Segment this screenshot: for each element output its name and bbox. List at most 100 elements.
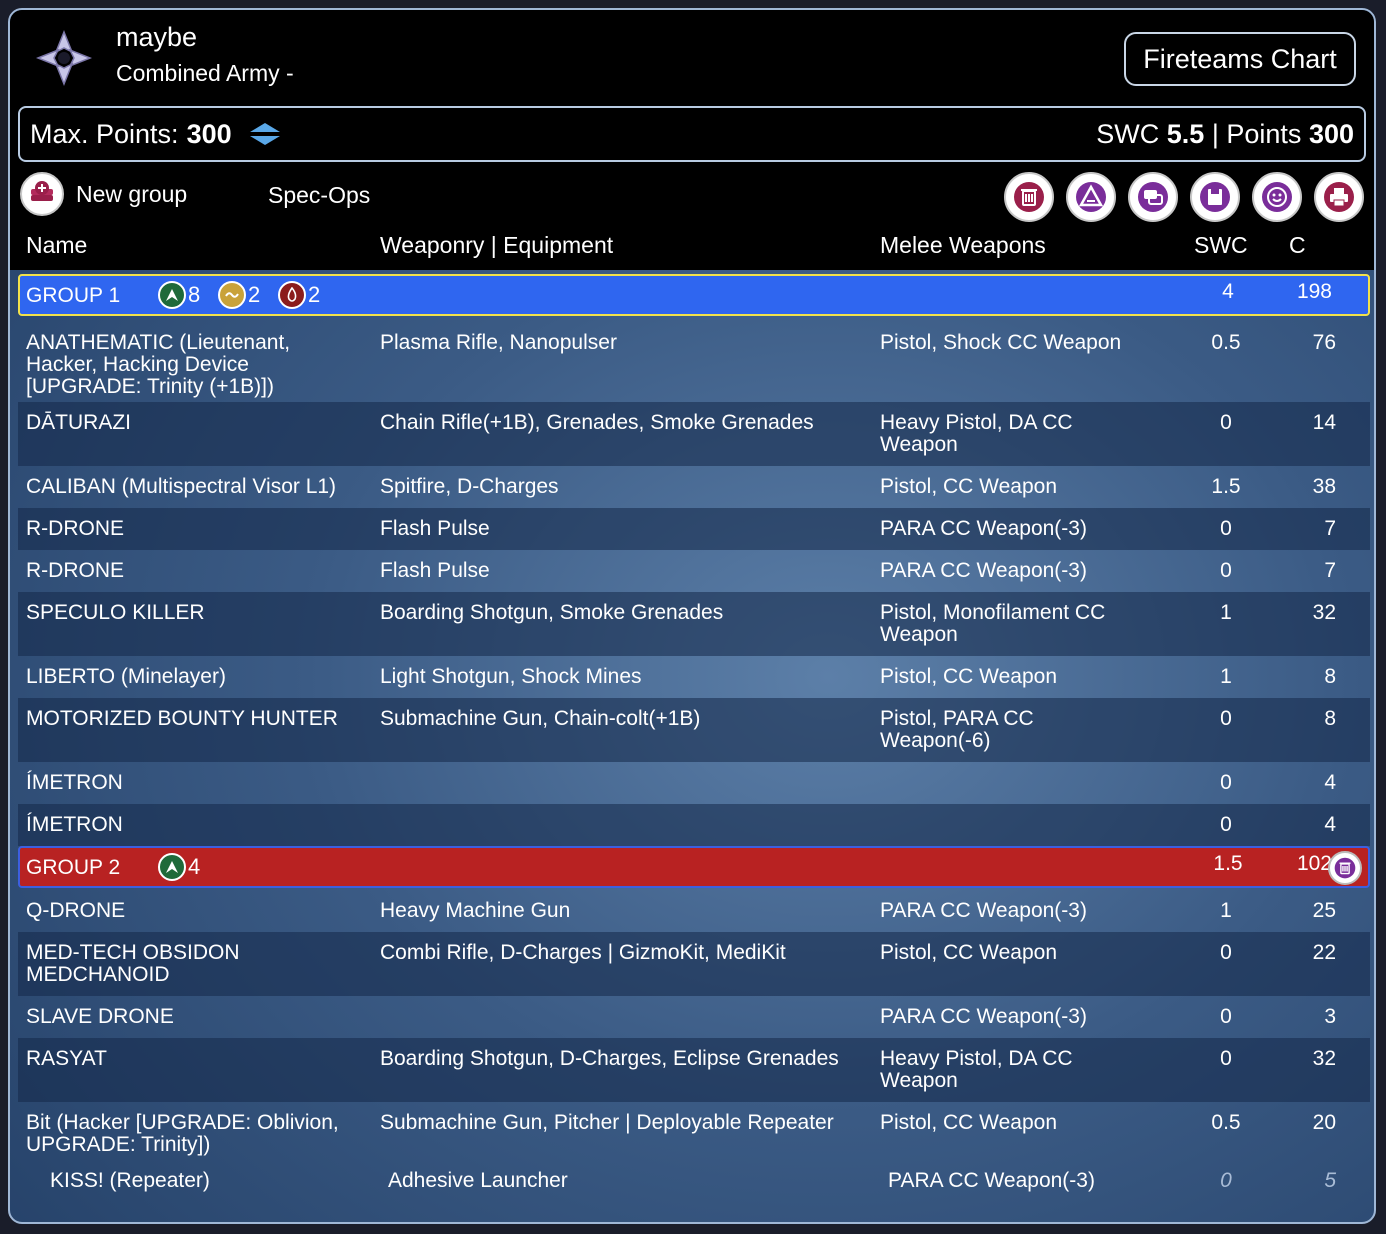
army-table: GROUP 1 8 2 2 4 198 ANATHEMATIC (Lieuten… bbox=[18, 274, 1370, 1206]
unit-swc: 0 bbox=[1220, 771, 1232, 794]
unit-swc: 0.5 bbox=[1211, 1111, 1241, 1134]
fireteams-chart-button[interactable]: Fireteams Chart bbox=[1124, 32, 1356, 86]
points-label: Points bbox=[1226, 118, 1302, 149]
unit-row[interactable]: Bit (Hacker [UPGRADE: Oblivion, UPGRADE:… bbox=[18, 1102, 1370, 1164]
unit-row[interactable]: LIBERTO (Minelayer) Light Shotgun, Shock… bbox=[18, 656, 1370, 698]
unit-row[interactable]: Q-DRONE Heavy Machine Gun PARA CC Weapon… bbox=[18, 888, 1370, 932]
unit-weaponry: Boarding Shotgun, D-Charges, Eclipse Gre… bbox=[380, 1047, 839, 1070]
unit-cost: 4 bbox=[1324, 813, 1336, 836]
smiley-icon[interactable] bbox=[1252, 172, 1302, 222]
unit-name: R-DRONE bbox=[26, 559, 124, 582]
new-group-button[interactable]: New group bbox=[20, 172, 187, 216]
points-stepper-icon[interactable] bbox=[248, 121, 282, 147]
group-2-swc: 1.5 bbox=[1213, 852, 1243, 875]
regular-order-badge: 8 bbox=[158, 281, 200, 309]
irregular-order-count: 2 bbox=[248, 282, 261, 307]
regular-order-icon bbox=[158, 281, 186, 309]
swc-total: 5.5 bbox=[1166, 118, 1205, 149]
unit-row[interactable]: MOTORIZED BOUNTY HUNTER Submachine Gun, … bbox=[18, 698, 1370, 762]
unit-cost: 38 bbox=[1312, 475, 1336, 498]
unit-swc: 0 bbox=[1220, 707, 1232, 730]
unit-name: CALIBAN (Multispectral Visor L1) bbox=[26, 475, 337, 498]
unit-cost: 8 bbox=[1324, 707, 1336, 730]
unit-weaponry: Submachine Gun, Pitcher | Deployable Rep… bbox=[380, 1111, 834, 1134]
unit-name: SPECULO KILLER bbox=[26, 601, 205, 624]
unit-swc: 0 bbox=[1220, 559, 1232, 582]
regular-order-badge: 4 bbox=[158, 853, 200, 881]
group-1-label: GROUP 1 bbox=[26, 284, 121, 307]
unit-cost: 20 bbox=[1312, 1111, 1336, 1134]
unit-row[interactable]: RASYAT Boarding Shotgun, D-Charges, Ecli… bbox=[18, 1038, 1370, 1102]
army-name: maybe bbox=[116, 22, 198, 52]
toolbar-actions bbox=[1004, 172, 1364, 222]
summary-separator: | bbox=[1211, 118, 1219, 149]
unit-name: SLAVE DRONE bbox=[26, 1005, 174, 1028]
unit-weaponry: Submachine Gun, Chain-colt(+1B) bbox=[380, 707, 701, 730]
unit-cost: 14 bbox=[1312, 411, 1336, 434]
unit-subrow[interactable]: KISS! (Repeater) Adhesive Launcher PARA … bbox=[18, 1164, 1370, 1206]
impetuous-flame-icon bbox=[278, 281, 306, 309]
unit-swc: 0 bbox=[1220, 1169, 1232, 1192]
unit-weaponry: Light Shotgun, Shock Mines bbox=[380, 665, 642, 688]
unit-row[interactable]: DĀTURAZI Chain Rifle(+1B), Grenades, Smo… bbox=[18, 402, 1370, 466]
unit-melee: Pistol, CC Weapon bbox=[880, 475, 1058, 498]
group-2-row[interactable]: GROUP 2 4 1.5 102 bbox=[18, 846, 1370, 888]
unit-cost: 7 bbox=[1324, 559, 1336, 582]
unit-weaponry: Boarding Shotgun, Smoke Grenades bbox=[380, 601, 724, 624]
max-points-label: Max. Points: bbox=[30, 118, 179, 149]
combined-army-logo-icon bbox=[35, 29, 93, 87]
unit-row[interactable]: CALIBAN (Multispectral Visor L1) Spitfir… bbox=[18, 466, 1370, 508]
army-faction: Combined Army - bbox=[116, 60, 294, 86]
unit-row[interactable]: R-DRONE Flash Pulse PARA CC Weapon(-3) 0… bbox=[18, 508, 1370, 550]
unit-melee: Pistol, CC Weapon bbox=[880, 1111, 1058, 1134]
delete-group-icon[interactable] bbox=[1328, 851, 1362, 885]
impetuous-order-badge: 2 bbox=[278, 281, 320, 309]
unit-row[interactable]: MED-TECH OBSIDON MEDCHANOID Combi Rifle,… bbox=[18, 932, 1370, 996]
unit-row[interactable]: ANATHEMATIC (Lieutenant, Hacker, Hacking… bbox=[18, 316, 1370, 402]
regular-order-count: 8 bbox=[188, 282, 201, 307]
new-group-label: New group bbox=[76, 180, 188, 207]
new-group-icon bbox=[20, 172, 64, 216]
chat-icon[interactable] bbox=[1128, 172, 1178, 222]
unit-name: RASYAT bbox=[26, 1047, 107, 1070]
unit-row[interactable]: SLAVE DRONE PARA CC Weapon(-3) 0 3 bbox=[18, 996, 1370, 1038]
army-list-panel: maybe Combined Army - Fireteams Chart Ma… bbox=[8, 8, 1376, 1224]
max-points-value[interactable]: 300 bbox=[187, 119, 232, 150]
unit-row[interactable]: R-DRONE Flash Pulse PARA CC Weapon(-3) 0… bbox=[18, 550, 1370, 592]
swc-points-summary: SWC 5.5 | Points 300 bbox=[1096, 119, 1354, 150]
col-header-swc: SWC bbox=[1194, 232, 1248, 258]
impetuous-order-count: 2 bbox=[308, 282, 321, 307]
col-header-weaponry: Weaponry | Equipment bbox=[380, 232, 614, 258]
unit-row[interactable]: SPECULO KILLER Boarding Shotgun, Smoke G… bbox=[18, 592, 1370, 656]
unit-melee: Pistol, PARA CC Weapon(-6) bbox=[880, 707, 1034, 752]
unit-name: MOTORIZED BOUNTY HUNTER bbox=[26, 707, 338, 730]
unit-weaponry: Flash Pulse bbox=[380, 559, 490, 582]
trash-icon[interactable] bbox=[1004, 172, 1054, 222]
unit-name: KISS! (Repeater) bbox=[50, 1169, 210, 1192]
unit-name: Bit (Hacker [UPGRADE: Oblivion, UPGRADE:… bbox=[26, 1111, 339, 1156]
unit-swc: 0 bbox=[1220, 411, 1232, 434]
unit-name: MED-TECH OBSIDON MEDCHANOID bbox=[26, 941, 240, 986]
unit-cost: 25 bbox=[1312, 899, 1336, 922]
spec-ops-button[interactable]: Spec-Ops bbox=[268, 182, 370, 209]
unit-melee: Pistol, Monofilament CC Weapon bbox=[880, 601, 1106, 646]
unit-row[interactable]: ÍMETRON 0 4 bbox=[18, 762, 1370, 804]
col-header-name[interactable]: Name bbox=[26, 232, 87, 259]
group-1-cost: 198 bbox=[1296, 280, 1332, 303]
unit-swc: 1 bbox=[1220, 665, 1232, 688]
unit-cost: 7 bbox=[1324, 517, 1336, 540]
unit-row[interactable]: ÍMETRON 0 4 bbox=[18, 804, 1370, 846]
unit-name: R-DRONE bbox=[26, 517, 124, 540]
print-icon[interactable] bbox=[1314, 172, 1364, 222]
unit-melee: PARA CC Weapon(-3) bbox=[880, 559, 1087, 582]
unit-swc: 0 bbox=[1220, 517, 1232, 540]
unit-cost: 8 bbox=[1324, 665, 1336, 688]
unit-melee: Heavy Pistol, DA CC Weapon bbox=[880, 411, 1073, 456]
unit-swc: 1.5 bbox=[1211, 475, 1241, 498]
lieutenant-icon[interactable] bbox=[1066, 172, 1116, 222]
group-1-row[interactable]: GROUP 1 8 2 2 4 198 bbox=[18, 274, 1370, 316]
unit-weaponry: Combi Rifle, D-Charges | GizmoKit, MediK… bbox=[380, 941, 786, 964]
irregular-order-icon bbox=[218, 281, 246, 309]
save-icon[interactable] bbox=[1190, 172, 1240, 222]
unit-cost: 5 bbox=[1324, 1169, 1336, 1192]
